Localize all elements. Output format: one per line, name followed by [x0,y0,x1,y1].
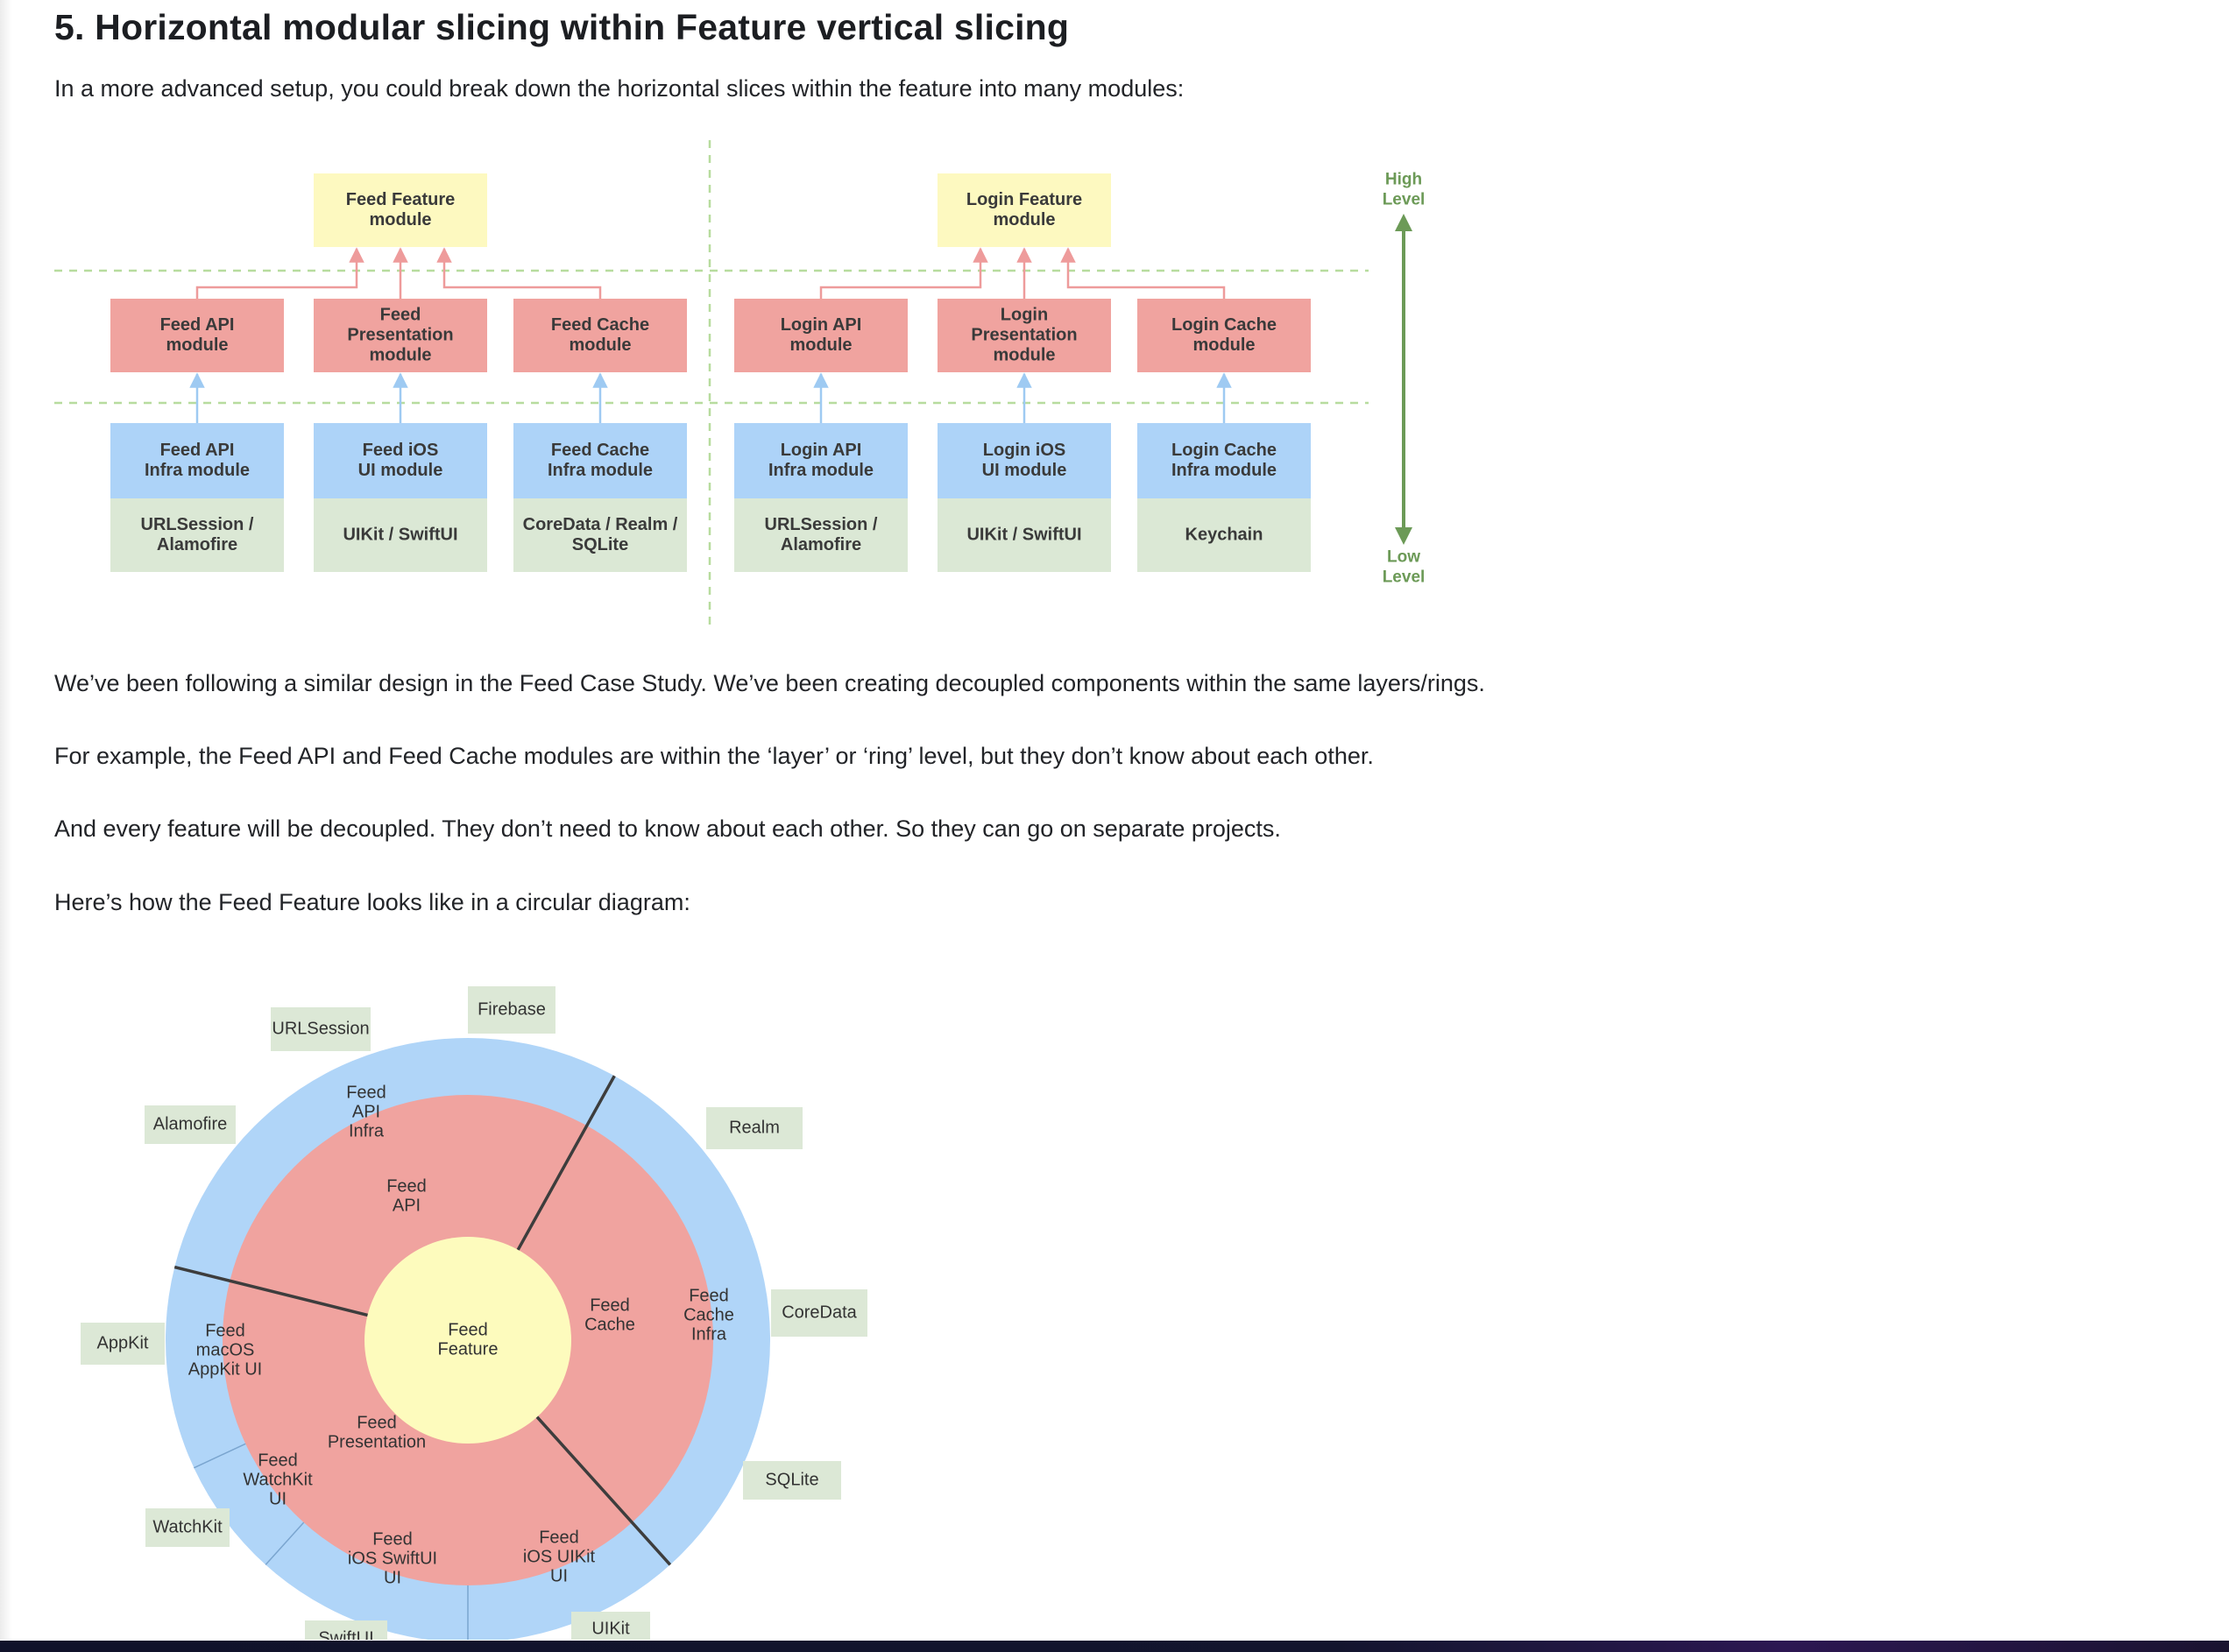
framework-tag: Firebase [468,986,555,1034]
framework-tag-label: CoreData [782,1303,857,1322]
framework-label: URLSession / Alamofire [765,515,878,554]
dependency-arrow [1060,247,1226,299]
layer-diagram: Feed Feature moduleFeed API moduleFeed API… [54,140,1426,629]
framework-tag-label: WatchKit [152,1517,223,1536]
paragraph-2: For example, the Feed API and Feed Cache… [54,743,1374,769]
framework-label: URLSession / Alamofire [141,515,254,554]
infra-module-label: Login API Infra module [768,441,874,480]
framework-label: UIKit / SwiftUI [343,525,457,544]
framework-tag-label: Alamofire [153,1114,227,1133]
infra-module-label: Feed Cache Infra module [548,441,653,480]
framework-label: UIKit / SwiftUI [966,525,1081,544]
outer-ring-label: Feed API Infra [346,1083,386,1140]
dependency-arrow [436,247,602,299]
framework-tag: URLSession [271,1007,371,1051]
framework-tag-label: Realm [729,1118,780,1137]
framework-label: Keychain [1185,525,1263,544]
infra-module-label: Login iOS UI module [982,441,1067,480]
paragraph-1: We’ve been following a similar design in… [54,670,1485,696]
low-level-label: Low Level [1383,548,1426,587]
inner-ring-label: Feed Cache [584,1295,635,1334]
framework-tag: SwiftUI [305,1620,387,1640]
framework-tag-label: AppKit [97,1333,149,1352]
framework-tag-label: URLSession [272,1019,369,1038]
circle-diagram: Feed FeatureFeed APIFeed CacheFeed Presentat… [81,986,867,1640]
paragraph-3: And every feature will be decoupled. The… [54,815,1281,842]
bottom-gradient-bar [0,1641,2229,1652]
dependency-arrow [195,247,364,299]
section-heading: 5. Horizontal modular slicing within Fea… [54,7,1070,47]
infra-module-label: Feed API Infra module [145,441,250,480]
inner-ring-label: Feed API [386,1176,427,1215]
framework-tag-label: SQLite [765,1470,818,1489]
framework-tag: AppKit [81,1323,165,1365]
framework-tag-label: UIKit [591,1619,630,1638]
paragraph-4: Here’s how the Feed Feature looks like i… [54,889,690,915]
framework-tag: Realm [706,1107,803,1149]
infra-module-label: Feed iOS UI module [358,441,443,480]
framework-tag: Alamofire [145,1105,236,1144]
framework-tag: SQLite [743,1461,841,1500]
framework-tag-label: Firebase [478,999,546,1019]
framework-tag: UIKit [571,1612,650,1640]
module-label: Login API module [781,315,862,355]
framework-tag-label: SwiftUI [318,1628,373,1640]
infra-module-label: Login Cache Infra module [1171,441,1277,480]
intro-paragraph: In a more advanced setup, you could brea… [54,75,1185,102]
level-indicator: High Level Low Level [1383,171,1426,587]
framework-tag: CoreData [771,1289,867,1337]
dependency-arrow [819,247,988,299]
high-level-label: High Level [1383,171,1426,209]
module-label: Feed API module [160,315,235,355]
article-content: 5. Horizontal modular slicing within Fea… [0,0,2229,1640]
framework-tag: WatchKit [145,1508,230,1547]
